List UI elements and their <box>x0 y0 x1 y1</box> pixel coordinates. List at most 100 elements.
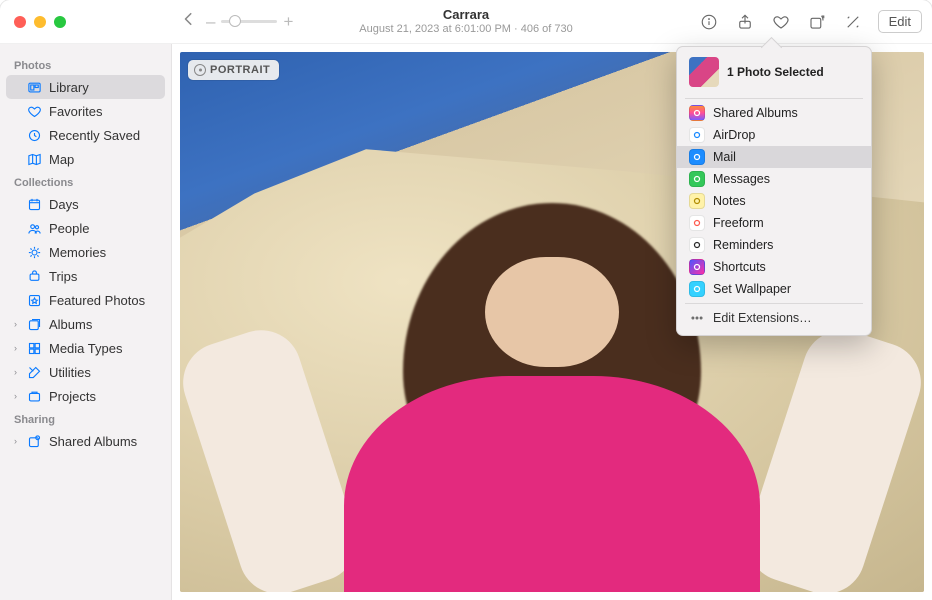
share-item-set-wallpaper[interactable]: Set Wallpaper <box>677 278 871 300</box>
share-title: 1 Photo Selected <box>727 65 824 79</box>
wallpaper-icon <box>689 281 705 297</box>
photo-subtitle: August 21, 2023 at 6:01:00 PM · 406 of 7… <box>359 23 572 36</box>
spacer <box>14 82 22 92</box>
reminders-icon <box>689 237 705 253</box>
share-item-mail[interactable]: Mail <box>677 146 871 168</box>
minimize-window-button[interactable] <box>34 16 46 28</box>
sidebar-item-favorites[interactable]: Favorites <box>6 99 165 123</box>
edit-button[interactable]: Edit <box>878 10 922 33</box>
sidebar-item-library[interactable]: Library <box>6 75 165 99</box>
sidebar-section-header: Photos <box>6 54 165 75</box>
sharedalbums-app-icon <box>689 105 705 121</box>
albums-icon <box>26 316 42 332</box>
sidebar-item-label: Library <box>49 80 89 95</box>
share-item-messages[interactable]: Messages <box>677 168 871 190</box>
share-item-shared-albums[interactable]: Shared Albums <box>677 102 871 124</box>
sidebar-item-projects[interactable]: › Projects <box>6 384 165 408</box>
spacer <box>14 106 22 116</box>
fullscreen-window-button[interactable] <box>54 16 66 28</box>
memories-icon <box>26 244 42 260</box>
share-item-freeform[interactable]: Freeform <box>677 212 871 234</box>
sidebar-item-media-types[interactable]: › Media Types <box>6 336 165 360</box>
sidebar-item-people[interactable]: People <box>6 216 165 240</box>
sidebar-item-label: Map <box>49 152 74 167</box>
edit-extensions-label: Edit Extensions… <box>713 311 812 325</box>
title-block: Carrara August 21, 2023 at 6:01:00 PM · … <box>359 7 572 36</box>
sidebar-item-label: Days <box>49 197 79 212</box>
autofix-button[interactable] <box>842 11 864 33</box>
sidebar-item-days[interactable]: Days <box>6 192 165 216</box>
sidebar-item-label: Projects <box>49 389 96 404</box>
notes-icon <box>689 193 705 209</box>
chevron-right-icon[interactable]: › <box>14 367 22 377</box>
sidebar-item-memories[interactable]: Memories <box>6 240 165 264</box>
sidebar-item-label: Recently Saved <box>49 128 140 143</box>
spacer <box>14 295 22 305</box>
heart-icon <box>26 103 42 119</box>
share-item-airdrop[interactable]: AirDrop <box>677 124 871 146</box>
spacer <box>14 223 22 233</box>
sidebar-item-label: Featured Photos <box>49 293 145 308</box>
sidebar-item-label: Media Types <box>49 341 122 356</box>
close-window-button[interactable] <box>14 16 26 28</box>
spacer <box>14 247 22 257</box>
sidebar-item-label: Albums <box>49 317 92 332</box>
zoom-slider[interactable]: – + <box>206 12 293 32</box>
share-popover: 1 Photo Selected Shared Albums AirDrop Mai… <box>676 46 872 336</box>
share-button[interactable] <box>734 11 756 33</box>
back-button[interactable] <box>182 12 196 31</box>
chevron-right-icon[interactable]: › <box>14 436 22 446</box>
share-item-shortcuts[interactable]: Shortcuts <box>677 256 871 278</box>
chevron-right-icon[interactable]: › <box>14 391 22 401</box>
share-item-label: Shared Albums <box>713 106 798 120</box>
calendar-icon <box>26 196 42 212</box>
rotate-button[interactable] <box>806 11 828 33</box>
spacer <box>14 271 22 281</box>
sidebar-item-shared-albums[interactable]: ›Shared Albums <box>6 429 165 453</box>
share-header: 1 Photo Selected <box>677 55 871 95</box>
spacer <box>14 130 22 140</box>
trips-icon <box>26 268 42 284</box>
sidebar-item-label: Favorites <box>49 104 102 119</box>
people-icon <box>26 220 42 236</box>
clock-icon <box>26 127 42 143</box>
edit-extensions-item[interactable]: Edit Extensions… <box>677 307 871 329</box>
mediatypes-icon <box>26 340 42 356</box>
sidebar-item-label: People <box>49 221 89 236</box>
sidebar-item-utilities[interactable]: ›Utilities <box>6 360 165 384</box>
share-item-label: AirDrop <box>713 128 755 142</box>
mail-icon <box>689 149 705 165</box>
chevron-right-icon[interactable]: › <box>14 319 22 329</box>
shortcuts-icon <box>689 259 705 275</box>
share-item-label: Freeform <box>713 216 764 230</box>
sidebar-item-label: Trips <box>49 269 77 284</box>
sidebar-section-header: Collections <box>6 171 165 192</box>
zoom-track[interactable] <box>221 20 277 23</box>
freeform-icon <box>689 215 705 231</box>
info-button[interactable] <box>698 11 720 33</box>
sharedalbums-icon <box>26 433 42 449</box>
share-item-label: Messages <box>713 172 770 186</box>
share-item-label: Shortcuts <box>713 260 766 274</box>
favorite-button[interactable] <box>770 11 792 33</box>
extensions-icon <box>689 310 705 326</box>
zoom-thumb[interactable] <box>229 15 241 27</box>
share-thumbnail <box>689 57 719 87</box>
share-item-label: Set Wallpaper <box>713 282 791 296</box>
share-item-reminders[interactable]: Reminders <box>677 234 871 256</box>
sidebar-item-featured-photos[interactable]: Featured Photos <box>6 288 165 312</box>
sidebar-item-albums[interactable]: › Albums <box>6 312 165 336</box>
messages-icon <box>689 171 705 187</box>
zoom-out-icon: – <box>206 12 215 32</box>
photo-title: Carrara <box>359 7 572 23</box>
sidebar-section-header: Sharing <box>6 408 165 429</box>
portrait-badge: PORTRAIT <box>188 60 279 80</box>
chevron-right-icon[interactable]: › <box>14 343 22 353</box>
sidebar-item-trips[interactable]: Trips <box>6 264 165 288</box>
share-item-notes[interactable]: Notes <box>677 190 871 212</box>
sidebar-item-map[interactable]: Map <box>6 147 165 171</box>
spacer <box>14 154 22 164</box>
sidebar-item-recently-saved[interactable]: Recently Saved <box>6 123 165 147</box>
titlebar: – + Carrara August 21, 2023 at 6:01:00 P… <box>0 0 932 44</box>
map-icon <box>26 151 42 167</box>
